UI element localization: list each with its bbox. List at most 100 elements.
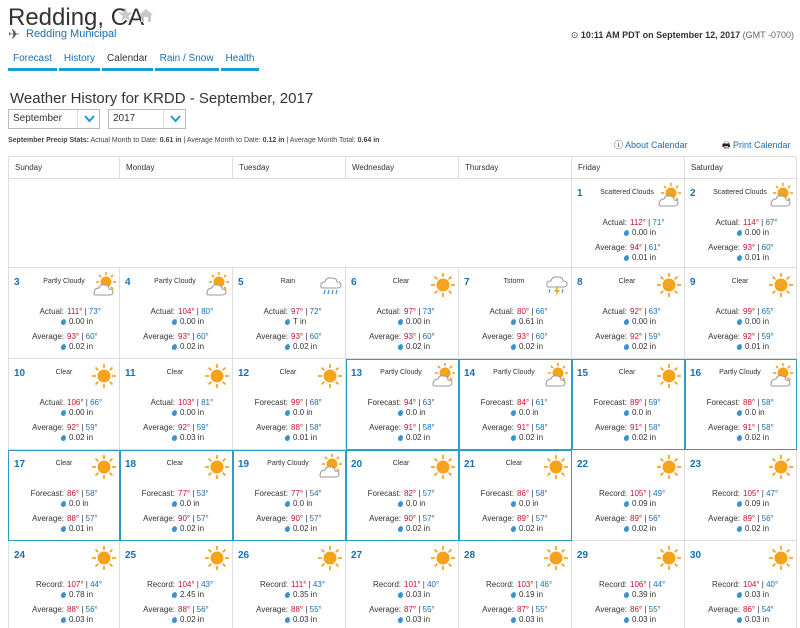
condition-label: Scattered Clouds (600, 189, 654, 196)
year-chevron-down-icon (163, 110, 185, 128)
calendar-day-cell[interactable]: 5 Rain Actual: 97° | 72° T in Average: 93° | 6… (233, 268, 346, 359)
raindrop-icon (60, 343, 67, 351)
avg-precip-value: 0.03 in (293, 615, 318, 624)
condition-label: Partly Cloudy (380, 369, 422, 376)
calendar-day-cell[interactable]: 8 Clear Actual: 92° | 63° 0.00 in Average: 92°… (572, 268, 685, 359)
tab-health[interactable]: Health (220, 53, 260, 71)
day-number: 8 (577, 277, 583, 288)
timestamp-tz: (GMT -0700) (742, 30, 794, 40)
calendar-day-cell[interactable]: 25 Record: 104° | 43° 2.45 in Average: 88° | … (120, 541, 233, 628)
calendar-day-cell[interactable]: 29 Record: 106° | 44° 0.39 in Average: 86° | … (572, 541, 685, 628)
avg-high-temp: 93° (743, 243, 756, 252)
calendar-day-cell[interactable]: 18 Clear Forecast: 77° | 53° 0.0 in Average: 9… (120, 450, 233, 541)
condition-label: Tstorm (503, 278, 525, 285)
avg-low-temp: 59° (761, 332, 774, 341)
calendar-day-cell[interactable]: 15 Clear Forecast: 89° | 59° 0.0 in Average: 9… (572, 359, 685, 450)
print-calendar-link[interactable]: 🖶 Print Calendar (722, 138, 791, 154)
avg-low-temp: 58° (309, 423, 322, 432)
sun-icon (91, 363, 117, 389)
day-number: 16 (690, 368, 702, 379)
tab-forecast[interactable]: Forecast (8, 53, 57, 71)
tstorm-icon (543, 272, 569, 298)
tab-rain-snow[interactable]: Rain / Snow (154, 53, 219, 71)
calendar-day-cell[interactable]: 1 Scattered Clouds Actual: 112° | 71° 0.00 i… (572, 179, 685, 268)
average-label: Average: (708, 332, 740, 341)
temp-type-label: Actual: (39, 398, 64, 407)
year-select-value: 2017 (113, 113, 136, 124)
raindrop-icon (284, 343, 291, 351)
precip-value: 0.00 in (69, 408, 94, 417)
avg-low-temp: 55° (648, 605, 661, 614)
day-number: 27 (351, 550, 363, 561)
calendar-day-cell[interactable]: 6 Clear Actual: 97° | 73° 0.00 in Average: 93°… (346, 268, 459, 359)
calendar-day-cell[interactable]: 11 Clear Actual: 103° | 81° 0.00 in Average: 9… (120, 359, 233, 450)
calendar-day-cell[interactable]: 21 Clear Forecast: 86° | 58° 0.0 in Average: 8… (459, 450, 572, 541)
raindrop-icon (623, 434, 630, 442)
avg-high-temp: 88° (291, 423, 304, 432)
calendar-day-cell[interactable]: 7 Tstorm Actual: 80° | 66° 0.61 in Average: 93… (459, 268, 572, 359)
calendar-day-cell[interactable]: 12 Clear Forecast: 99° | 68° 0.0 in Average: 8… (233, 359, 346, 450)
high-temp: 99° (743, 307, 756, 316)
day-number: 23 (690, 459, 702, 470)
sun-icon (430, 454, 456, 480)
avg-precip-value: 0.02 in (519, 342, 544, 351)
calendar-day-cell[interactable]: 20 Clear Forecast: 82° | 57° 0.0 in Average: 9… (346, 450, 459, 541)
temp-type-label: Forecast: (367, 489, 401, 498)
home-icon[interactable] (138, 8, 154, 23)
avg-high-temp: 89° (630, 514, 643, 523)
avg-precip-value: 0.02 in (745, 433, 770, 442)
avg-high-temp: 91° (743, 423, 756, 432)
low-temp: 63° (422, 398, 435, 407)
day-number: 7 (464, 277, 470, 288)
calendar-day-cell[interactable]: 10 Clear Actual: 106° | 66° 0.00 in Average: 9… (8, 359, 120, 450)
average-label: Average: (143, 423, 175, 432)
calendar-day-cell[interactable]: 24 Record: 107° | 44° 0.78 in Average: 88° | … (8, 541, 120, 628)
calendar-day-cell[interactable]: 28 Record: 103° | 46° 0.19 in Average: 87° | … (459, 541, 572, 628)
about-calendar-link[interactable]: ⓘ About Calendar (614, 138, 688, 151)
condition-label: Partly Cloudy (267, 460, 309, 467)
calendar-day-cell[interactable]: 27 Record: 101° | 40° 0.03 in Average: 87° | … (346, 541, 459, 628)
raindrop-icon (171, 500, 178, 508)
calendar-day-cell[interactable]: 23 Record: 105° | 47° 0.09 in Average: 89° | … (685, 450, 797, 541)
sun-icon (91, 454, 117, 480)
station-link[interactable]: Redding Municipal (26, 28, 117, 40)
precip-stats: September Precip Stats: Actual Month to … (8, 137, 380, 144)
calendar-day-cell[interactable]: 9 Clear Actual: 99° | 65° 0.00 in Average: 92°… (685, 268, 797, 359)
avg-low-temp: 59° (196, 423, 209, 432)
precip-value: 0.78 in (69, 590, 94, 599)
avg-high-temp: 91° (517, 423, 530, 432)
tab-calendar[interactable]: Calendar (102, 53, 153, 71)
avg-precip-value: 0.02 in (745, 524, 770, 533)
calendar-day-cell[interactable]: 22 Record: 105° | 49° 0.09 in Average: 89° | … (572, 450, 685, 541)
calendar-day-cell[interactable]: 3 Partly Cloudy Actual: 111° | 73° 0.00 in Av… (8, 268, 120, 359)
high-temp: 103° (178, 398, 195, 407)
day-number: 22 (577, 459, 589, 470)
year-select[interactable]: 2017 (108, 109, 186, 129)
calendar-day-cell[interactable]: 16 Partly Cloudy Forecast: 88° | 58° 0.0 in A… (685, 359, 797, 450)
page-title: Weather History for KRDD - September, 20… (10, 90, 314, 107)
day-number: 10 (14, 368, 26, 379)
calendar-day-cell[interactable]: 19 Partly Cloudy Forecast: 77° | 54° 0.0 in A… (233, 450, 346, 541)
avg-low-temp: 59° (85, 423, 98, 432)
avg-high-temp: 92° (67, 423, 80, 432)
low-temp: 67° (765, 218, 778, 227)
avg-high-temp: 88° (178, 605, 191, 614)
calendar-day-cell[interactable]: 4 Partly Cloudy Actual: 104° | 80° 0.00 in Av… (120, 268, 233, 359)
calendar-day-cell[interactable]: 14 Partly Cloudy Forecast: 84° | 61° 0.0 in A… (459, 359, 572, 450)
precip-value: 0.0 in (180, 499, 200, 508)
calendar-day-cell[interactable]: 2 Scattered Clouds Actual: 114° | 67° 0.00 i… (685, 179, 797, 268)
favorite-star-icon[interactable]: ★ (117, 6, 134, 26)
day-number: 11 (125, 368, 136, 379)
avg-low-temp: 58° (648, 423, 661, 432)
calendar-day-cell[interactable]: 13 Partly Cloudy Forecast: 94° | 63° 0.0 in A… (346, 359, 459, 450)
low-temp: 63° (648, 307, 661, 316)
raindrop-icon (397, 318, 404, 326)
tab-history[interactable]: History (58, 53, 101, 71)
calendar-day-cell[interactable]: 17 Clear Forecast: 86° | 58° 0.0 in Average: 8… (8, 450, 120, 541)
avg-high-temp: 91° (404, 423, 417, 432)
calendar-day-cell[interactable]: 26 Record: 111° | 43° 0.35 in Average: 88° | … (233, 541, 346, 628)
month-select[interactable]: September (8, 109, 100, 129)
raindrop-icon (736, 434, 743, 442)
raindrop-icon (736, 409, 743, 417)
calendar-day-cell[interactable]: 30 Record: 104° | 40° 0.03 in Average: 86° | … (685, 541, 797, 628)
